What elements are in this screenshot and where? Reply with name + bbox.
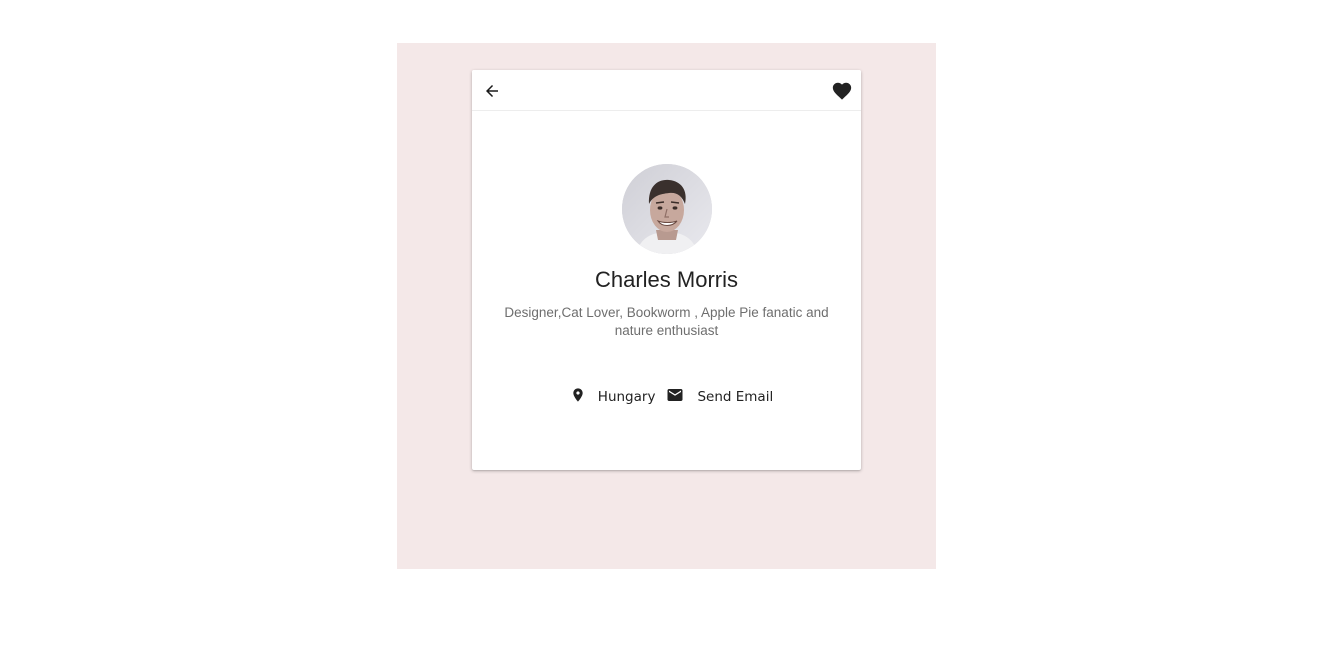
back-button[interactable] [481,80,503,102]
favorite-button[interactable] [831,80,853,102]
location-item: Hungary [570,385,656,405]
heart-icon [832,82,852,100]
profile-card: Charles Morris Designer,Cat Lover, Bookw… [472,70,861,470]
send-email-label: Send Email [697,389,774,405]
arrow-back-icon [486,85,498,97]
send-email-link[interactable]: Send Email [665,385,773,405]
profile-meta: Hungary Send Email [472,385,861,405]
avatar [622,164,712,254]
page-backdrop: Charles Morris Designer,Cat Lover, Bookw… [397,43,936,569]
location-label: Hungary [597,389,656,405]
location-pin-icon [573,388,583,402]
card-toolbar [472,70,861,111]
profile-name: Charles Morris [594,267,739,292]
mail-icon [667,389,683,401]
avatar-photo [622,164,712,254]
profile-bio: Designer,Cat Lover, Bookworm , Apple Pie… [504,305,829,338]
